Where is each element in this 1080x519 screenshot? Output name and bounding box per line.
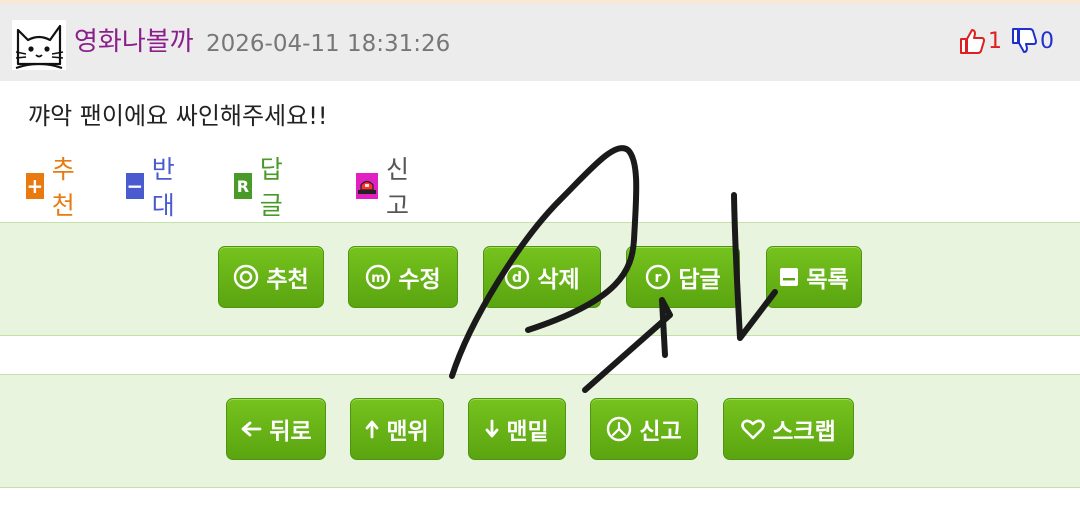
recommend-label: 추천 [51,155,75,220]
downvote-count: 0 [1040,28,1054,54]
reply-action[interactable]: R 답글 [234,155,291,220]
report-action[interactable]: 신고 [356,155,413,220]
reply-icon: R [234,173,252,199]
oppose-label: 반대 [151,155,175,220]
heart-icon [741,418,766,440]
edit-button[interactable]: m 수정 [348,246,458,308]
comment-text: 꺄악 팬이에요 싸인해주세요!! [28,102,328,130]
recommend-button-label: 추천 [266,267,309,293]
delete-button-label: 삭제 [537,267,580,293]
svg-text:r: r [655,270,662,286]
list-button-label: 목록 [806,267,849,293]
arrow-down-icon [485,419,499,439]
report-button[interactable]: 신고 [590,398,698,460]
scrap-button[interactable]: 스크랩 [723,398,854,460]
plus-icon: + [26,173,44,199]
circle-alert-icon [606,416,632,442]
svg-text:m: m [372,271,386,286]
list-icon [779,267,799,287]
edit-button-label: 수정 [398,267,441,293]
back-button-label: 뒤로 [269,419,312,445]
minus-icon: − [126,173,144,199]
report-label: 신고 [386,155,410,220]
recommend-action[interactable]: + 추천 [26,155,83,220]
arrow-left-icon [240,421,262,437]
reply-button[interactable]: r 답글 [626,246,740,308]
circle-m-icon: m [365,264,391,290]
report-button-label: 신고 [639,419,682,445]
siren-icon [356,173,378,199]
top-button[interactable]: 맨위 [350,398,444,460]
back-button[interactable]: 뒤로 [226,398,326,460]
list-button[interactable]: 목록 [766,246,862,308]
thumbs-up-icon[interactable] [958,27,986,55]
oppose-action[interactable]: − 반대 [126,155,183,220]
cat-face-icon [15,24,64,69]
upvote-count: 1 [988,28,1002,54]
top-button-label: 맨위 [386,419,429,445]
author-name[interactable]: 영화나볼까 [74,26,194,58]
reply-label: 답글 [259,155,283,220]
svg-text:d: d [512,270,522,286]
reply-button-label: 답글 [678,267,721,293]
post-datetime: 2026-04-11 18:31:26 [206,31,451,57]
recommend-button[interactable]: 추천 [218,246,324,308]
comment-page: 영화나볼까 2026-04-11 18:31:26 1 0 꺄악 팬이에요 싸인… [0,0,1080,519]
arrow-up-icon [365,419,379,439]
bottom-button[interactable]: 맨밑 [468,398,566,460]
circle-r-icon: r [645,264,671,290]
circle-o-icon [233,264,259,290]
scrap-button-label: 스크랩 [772,419,836,445]
delete-button[interactable]: d 삭제 [483,246,601,308]
circle-d-icon: d [504,264,530,290]
comment-header: 영화나볼까 2026-04-11 18:31:26 1 0 [0,4,1080,81]
bottom-button-label: 맨밑 [506,419,549,445]
avatar[interactable] [12,20,66,70]
thumbs-down-icon[interactable] [1010,27,1038,55]
vote-counts: 1 0 [958,24,1054,58]
